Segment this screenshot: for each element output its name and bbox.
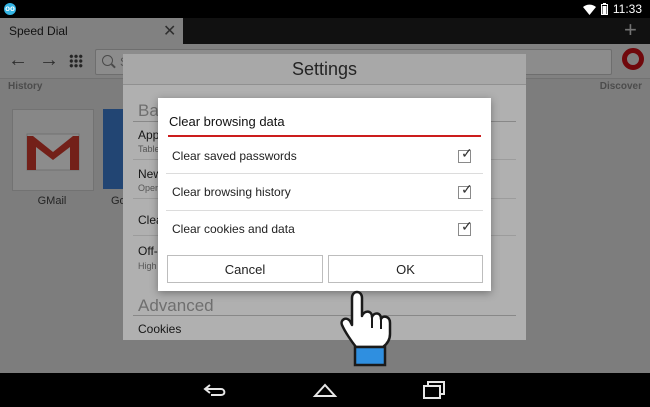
status-indicators: 11:33 [582, 1, 642, 17]
clock: 11:33 [612, 2, 642, 16]
dialog-title: Clear browsing data [169, 114, 285, 129]
option-label: Clear saved passwords [172, 149, 297, 163]
back-nav-icon[interactable] [203, 382, 229, 398]
hand-pointer-icon [340, 290, 392, 367]
checkmark-icon: ✓ [461, 181, 473, 197]
option-label: Clear browsing history [172, 185, 291, 199]
option-clear-cookies-and-data[interactable]: Clear cookies and data ✓ [158, 211, 491, 246]
option-label: Clear cookies and data [172, 222, 295, 236]
checkmark-icon: ✓ [461, 218, 473, 234]
checkmark-icon: ✓ [461, 145, 473, 161]
cancel-button[interactable]: Cancel [167, 255, 323, 283]
dialog-title-divider [168, 135, 481, 137]
recents-nav-icon[interactable] [422, 381, 446, 399]
checkbox-clear-browsing-history[interactable]: ✓ [458, 182, 473, 199]
clear-browsing-data-dialog: Clear browsing data Clear saved password… [158, 98, 491, 291]
status-bar: oo 11:33 [0, 0, 650, 18]
system-nav-bar [0, 373, 650, 407]
checkbox-clear-saved-passwords[interactable]: ✓ [458, 146, 473, 163]
option-clear-browsing-history[interactable]: Clear browsing history ✓ [158, 174, 491, 209]
app-notification-icon: oo [4, 3, 16, 15]
home-nav-icon[interactable] [312, 382, 338, 398]
battery-icon [600, 3, 608, 15]
wifi-icon [582, 4, 596, 15]
option-clear-saved-passwords[interactable]: Clear saved passwords ✓ [158, 139, 491, 173]
checkbox-clear-cookies-and-data[interactable]: ✓ [458, 219, 473, 236]
